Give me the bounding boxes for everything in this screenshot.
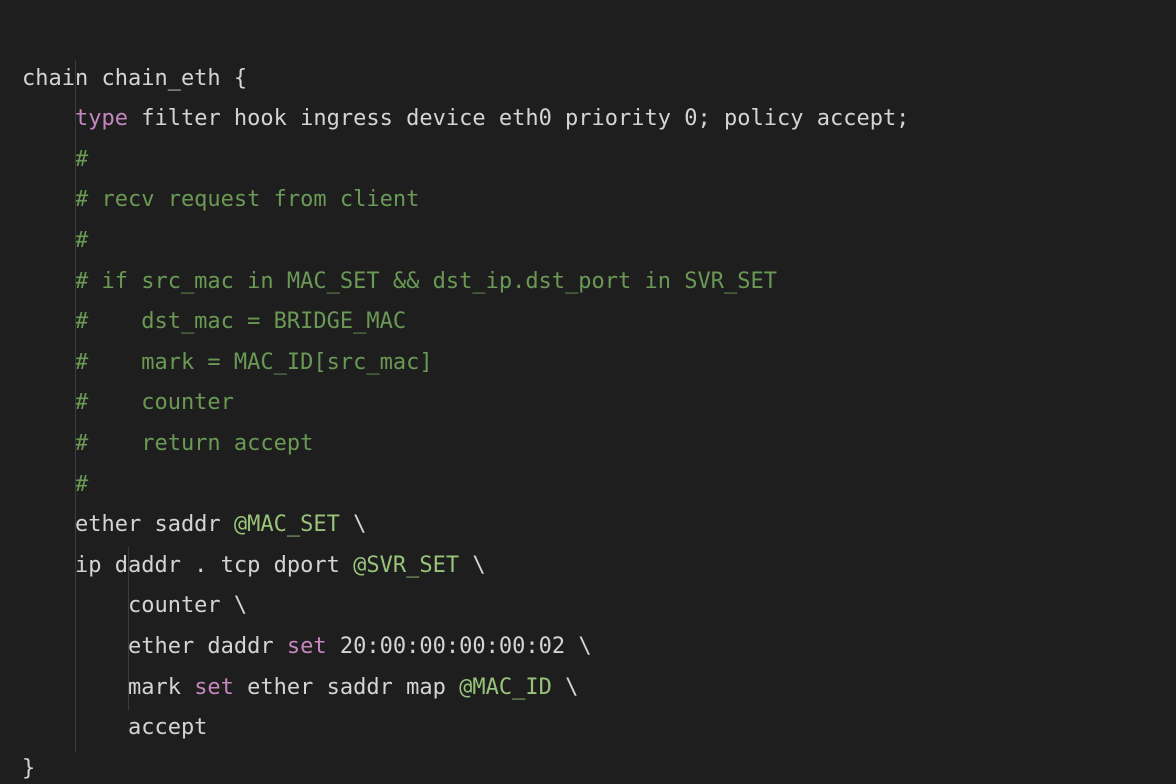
code-comment: # return accept — [22, 431, 313, 456]
code-text: ip daddr . tcp dport — [22, 553, 353, 578]
code-comment: # recv request from client — [22, 187, 419, 212]
code-comment: # — [22, 472, 88, 497]
code-comment: # — [22, 147, 88, 172]
code-block: chain chain_eth { type filter hook ingre… — [0, 0, 1176, 784]
code-comment: # if src_mac in MAC_SET && dst_ip.dst_po… — [22, 269, 777, 294]
code-text: \ — [552, 675, 579, 700]
code-keyword: set — [287, 634, 327, 659]
code-text: counter \ — [22, 593, 247, 618]
code-indent — [22, 106, 75, 131]
code-keyword: type — [75, 106, 128, 131]
code-keyword: set — [194, 675, 234, 700]
indent-guide — [128, 547, 129, 710]
code-text: accept — [22, 715, 207, 740]
code-comment: # dst_mac = BRIDGE_MAC — [22, 309, 406, 334]
code-text: ether saddr — [22, 512, 234, 537]
indent-guide — [75, 60, 76, 752]
code-comment: # mark = MAC_ID[src_mac] — [22, 350, 433, 375]
code-text: \ — [459, 553, 486, 578]
code-text: 20:00:00:00:00:02 \ — [327, 634, 592, 659]
code-set-ref: @MAC_SET — [234, 512, 340, 537]
code-text: filter hook ingress device eth0 priority… — [128, 106, 909, 131]
code-set-ref: @SVR_SET — [353, 553, 459, 578]
code-comment: # counter — [22, 390, 234, 415]
code-text: } — [22, 756, 35, 781]
code-text: \ — [340, 512, 367, 537]
code-set-ref: @MAC_ID — [459, 675, 552, 700]
code-text: mark — [22, 675, 194, 700]
code-comment: # — [22, 228, 88, 253]
code-text: ether daddr — [22, 634, 287, 659]
code-text: ether saddr map — [234, 675, 459, 700]
code-line: chain chain_eth { — [22, 66, 247, 91]
